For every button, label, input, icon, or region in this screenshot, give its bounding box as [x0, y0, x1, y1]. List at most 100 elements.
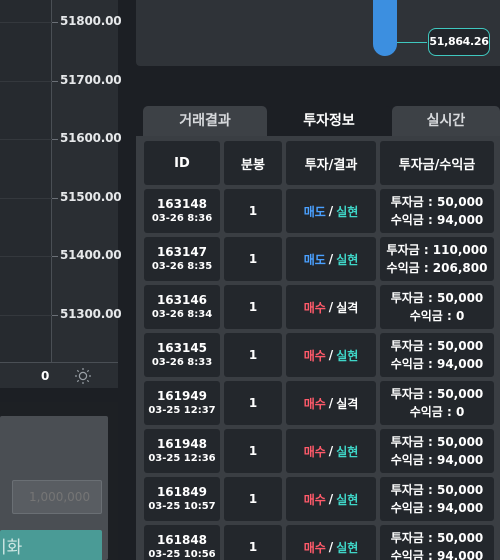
gridline: [0, 139, 52, 140]
invest-amount: 투자금 : 50,000: [390, 195, 484, 209]
trade-time: 03-25 10:56: [148, 549, 216, 560]
header-interval: 분봉: [224, 141, 282, 185]
profit-amount: 수익금 : 0: [409, 309, 465, 323]
submit-button-label: 기화: [0, 538, 23, 558]
tab-investment-info[interactable]: 투자정보: [267, 106, 391, 136]
row-position-result-cell: 매수 / 실현: [286, 333, 376, 377]
invest-amount: 투자금 : 50,000: [390, 531, 484, 545]
trade-id: 163147: [156, 245, 208, 259]
row-id-cell[interactable]: 161948 03-25 12:36: [144, 429, 220, 473]
current-price-panel: 51,864.26: [136, 0, 500, 66]
invest-amount: 투자금 : 50,000: [390, 339, 484, 353]
axis-tick: [52, 198, 58, 199]
price-axis-label: 51500.00: [60, 190, 122, 204]
row-position-result-cell: 매수 / 실현: [286, 429, 376, 473]
trade-result: 실현: [336, 204, 359, 219]
row-interval-cell: 1: [224, 477, 282, 521]
row-id-cell[interactable]: 163145 03-26 8:33: [144, 333, 220, 377]
amount-input[interactable]: [12, 480, 102, 514]
order-panel: 기화: [0, 402, 118, 560]
row-id-cell[interactable]: 163147 03-26 8:35: [144, 237, 220, 281]
trade-id: 163145: [156, 341, 208, 355]
price-connector: [397, 42, 427, 43]
trade-time: 03-26 8:35: [151, 261, 213, 272]
trade-id: 161949: [156, 389, 208, 403]
invest-amount: 투자금 : 50,000: [390, 387, 484, 401]
row-interval-cell: 1: [224, 381, 282, 425]
separator: /: [328, 204, 334, 218]
separator: /: [328, 348, 334, 362]
trade-direction: 매수: [303, 492, 326, 507]
sun-icon[interactable]: [74, 367, 92, 385]
trade-id: 161849: [156, 485, 208, 499]
row-amounts-cell: 투자금 : 50,000 수익금 : 94,000: [380, 189, 494, 233]
trade-result: 실격: [336, 300, 359, 315]
trade-direction: 매수: [303, 300, 326, 315]
trade-result: 실현: [336, 540, 359, 555]
investment-table: ID 분봉 투자/결과 투자금/수익금 163148 03-26 8:36 1 매도 / 실현 투자…: [136, 136, 500, 560]
trade-time: 03-25 12:36: [148, 453, 216, 464]
trade-direction: 매수: [303, 396, 326, 411]
profit-amount: 수익금 : 94,000: [390, 213, 484, 227]
invest-amount: 투자금 : 50,000: [390, 291, 484, 305]
gridline: [0, 81, 52, 82]
chart-plot-area[interactable]: [0, 0, 52, 362]
invest-amount: 투자금 : 110,000: [386, 243, 488, 257]
profit-amount: 수익금 : 94,000: [390, 549, 484, 560]
row-position-result-cell: 매도 / 실현: [286, 237, 376, 281]
axis-tick: [52, 22, 58, 23]
tab-trade-results[interactable]: 거래결과: [143, 106, 267, 136]
trade-direction: 매수: [303, 540, 326, 555]
row-interval-cell: 1: [224, 429, 282, 473]
axis-tick: [52, 315, 58, 316]
current-price-tag: 51,864.26: [428, 28, 490, 56]
trade-result: 실격: [336, 396, 359, 411]
price-bar: [373, 0, 397, 56]
profit-amount: 수익금 : 206,800: [386, 261, 488, 275]
trade-result: 실현: [336, 348, 359, 363]
time-axis-value: 0: [41, 369, 50, 383]
trade-id: 163146: [156, 293, 208, 307]
price-chart[interactable]: 51800.00 51700.00 51600.00 51500.00 51400.00…: [0, 0, 122, 388]
trade-id: 163148: [156, 197, 208, 211]
tab-realtime[interactable]: 실시간: [392, 106, 500, 136]
separator: /: [328, 540, 334, 554]
row-position-result-cell: 매수 / 실격: [286, 285, 376, 329]
profit-amount: 수익금 : 94,000: [390, 453, 484, 467]
row-id-cell[interactable]: 161949 03-25 12:37: [144, 381, 220, 425]
row-id-cell[interactable]: 163146 03-26 8:34: [144, 285, 220, 329]
header-amounts: 투자금/수익금: [380, 141, 494, 185]
price-axis-label: 51700.00: [60, 73, 122, 87]
trade-result: 실현: [336, 252, 359, 267]
row-position-result-cell: 매도 / 실현: [286, 189, 376, 233]
invest-amount: 투자금 : 50,000: [390, 435, 484, 449]
price-axis-label: 51400.00: [60, 248, 122, 262]
separator: /: [328, 252, 334, 266]
separator: /: [328, 300, 334, 314]
separator: /: [328, 444, 334, 458]
row-interval-cell: 1: [224, 237, 282, 281]
row-id-cell[interactable]: 161848 03-25 10:56: [144, 525, 220, 560]
separator: /: [328, 492, 334, 506]
separator: /: [328, 396, 334, 410]
row-amounts-cell: 투자금 : 110,000 수익금 : 206,800: [380, 237, 494, 281]
chart-footer: 0: [0, 362, 118, 388]
row-id-cell[interactable]: 161849 03-25 10:57: [144, 477, 220, 521]
order-form: 기화: [0, 416, 108, 560]
gridline: [0, 198, 52, 199]
row-id-cell[interactable]: 163148 03-26 8:36: [144, 189, 220, 233]
info-tabs: 거래결과 투자정보 실시간: [143, 106, 500, 136]
trade-direction: 매수: [303, 444, 326, 459]
row-amounts-cell: 투자금 : 50,000 수익금 : 0: [380, 285, 494, 329]
trade-direction: 매도: [303, 252, 326, 267]
gridline: [0, 315, 52, 316]
row-position-result-cell: 매수 / 실격: [286, 381, 376, 425]
row-amounts-cell: 투자금 : 50,000 수익금 : 94,000: [380, 333, 494, 377]
trading-screen: 51800.00 51700.00 51600.00 51500.00 51400.00…: [0, 0, 500, 560]
profit-amount: 수익금 : 0: [409, 405, 465, 419]
trade-id: 161848: [156, 533, 208, 547]
submit-button[interactable]: 기화: [0, 530, 102, 560]
profit-amount: 수익금 : 94,000: [390, 501, 484, 515]
row-position-result-cell: 매수 / 실현: [286, 525, 376, 560]
trade-result: 실현: [336, 492, 359, 507]
